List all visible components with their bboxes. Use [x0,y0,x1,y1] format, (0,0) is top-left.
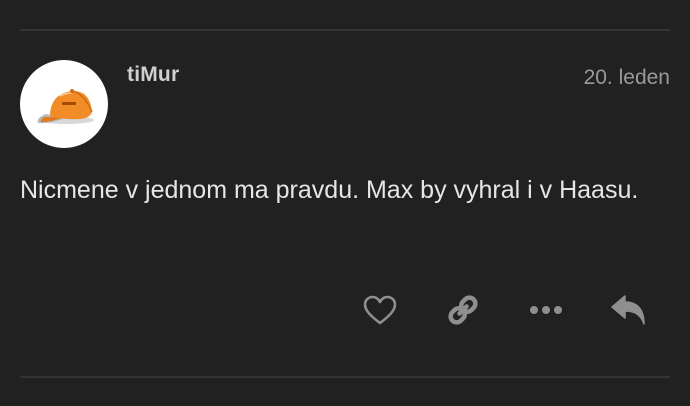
orange-cap-icon [37,89,94,124]
post-date[interactable]: 20. leden [584,66,670,90]
reply-icon [611,295,645,325]
post-body: Nicmene v jednom ma pravdu. Max by vyhra… [20,176,639,204]
more-options-button[interactable] [526,290,566,330]
link-icon [448,295,478,325]
avatar[interactable] [20,60,108,148]
like-button[interactable] [360,290,400,330]
copy-link-button[interactable] [443,290,483,330]
heart-icon [363,295,397,325]
post-author[interactable]: tiMur [127,63,179,87]
reply-button[interactable] [608,290,648,330]
post-container: tiMur 20. leden Nicmene v jednom ma prav… [0,0,690,406]
ellipsis-icon [530,306,562,314]
top-divider [20,29,670,31]
bottom-divider [20,376,670,378]
